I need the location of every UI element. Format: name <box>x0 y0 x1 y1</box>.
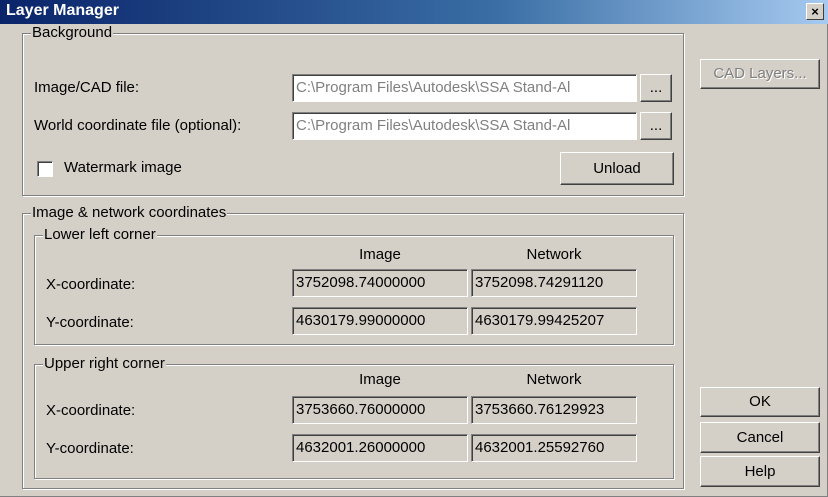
upper-right-y-network-field[interactable]: 4632001.25592760 <box>471 434 637 462</box>
cancel-button[interactable]: Cancel <box>700 422 820 453</box>
close-button[interactable]: × <box>806 3 824 20</box>
lower-left-legend: Lower left corner <box>43 226 157 244</box>
window-title: Layer Manager <box>6 2 119 19</box>
close-icon: × <box>811 4 819 19</box>
lower-left-y-image-field[interactable]: 4630179.99000000 <box>292 307 468 335</box>
lower-left-x-network-field[interactable]: 3752098.74291120 <box>471 269 637 297</box>
upper-right-network-header: Network <box>526 371 582 388</box>
world-coord-label: World coordinate file (optional): <box>34 117 242 134</box>
cad-layers-button[interactable]: CAD Layers... <box>700 59 820 89</box>
watermark-label[interactable]: Watermark image <box>64 159 182 177</box>
coordinates-legend: Image & network coordinates <box>31 204 228 222</box>
lower-left-image-header: Image <box>359 246 401 263</box>
upper-right-legend: Upper right corner <box>43 355 166 373</box>
upper-right-x-network-field[interactable]: 3753660.76129923 <box>471 396 637 424</box>
upper-right-image-header: Image <box>359 371 401 388</box>
watermark-checkbox[interactable] <box>37 161 53 177</box>
upper-right-y-label: Y-coordinate: <box>46 440 134 457</box>
image-cad-browse-button[interactable]: ... <box>640 74 672 102</box>
background-legend: Background <box>31 24 114 42</box>
world-coord-file-field[interactable]: C:\Program Files\Autodesk\SSA Stand-Al <box>292 112 637 140</box>
title-bar[interactable]: Layer Manager × <box>0 0 828 24</box>
layer-manager-dialog: Layer Manager × Background Image/CAD fil… <box>0 0 828 497</box>
lower-left-x-image-field[interactable]: 3752098.74000000 <box>292 269 468 297</box>
image-cad-label: Image/CAD file: <box>34 79 140 96</box>
upper-right-x-label: X-coordinate: <box>46 402 136 419</box>
lower-left-y-network-field[interactable]: 4630179.99425207 <box>471 307 637 335</box>
ok-button[interactable]: OK <box>700 387 820 417</box>
upper-right-x-image-field[interactable]: 3753660.76000000 <box>292 396 468 424</box>
image-cad-file-field[interactable]: C:\Program Files\Autodesk\SSA Stand-Al <box>292 74 637 102</box>
world-coord-browse-button[interactable]: ... <box>640 112 672 140</box>
upper-right-y-image-field[interactable]: 4632001.26000000 <box>292 434 468 462</box>
lower-left-x-label: X-coordinate: <box>46 276 136 293</box>
help-button[interactable]: Help <box>700 456 820 487</box>
lower-left-y-label: Y-coordinate: <box>46 314 134 331</box>
lower-left-network-header: Network <box>526 246 582 263</box>
unload-button[interactable]: Unload <box>560 152 674 185</box>
